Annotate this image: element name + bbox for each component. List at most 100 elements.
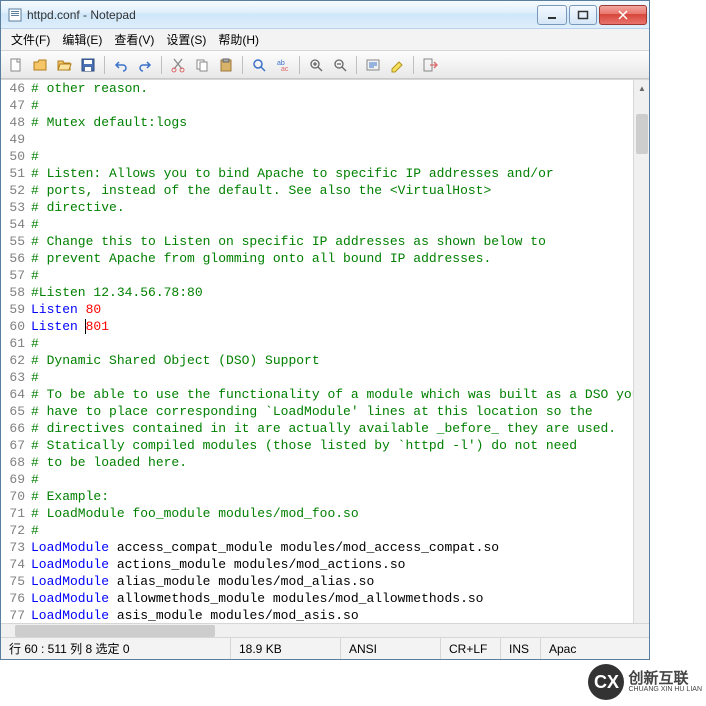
- replace-icon[interactable]: abac: [272, 54, 294, 76]
- code-line[interactable]: 59Listen 80: [1, 301, 649, 318]
- code-line[interactable]: 65# have to place corresponding `LoadMod…: [1, 403, 649, 420]
- code-line[interactable]: 56# prevent Apache from glomming onto al…: [1, 250, 649, 267]
- code-line[interactable]: 62# Dynamic Shared Object (DSO) Support: [1, 352, 649, 369]
- line-content[interactable]: [31, 131, 649, 148]
- menu-settings[interactable]: 设置(S): [160, 29, 212, 50]
- minimize-button[interactable]: [537, 5, 567, 25]
- code-line[interactable]: 61#: [1, 335, 649, 352]
- paste-icon[interactable]: [215, 54, 237, 76]
- code-line[interactable]: 76LoadModule allowmethods_module modules…: [1, 590, 649, 607]
- code-line[interactable]: 53# directive.: [1, 199, 649, 216]
- redo-icon[interactable]: [134, 54, 156, 76]
- code-line[interactable]: 74LoadModule actions_module modules/mod_…: [1, 556, 649, 573]
- code-line[interactable]: 72#: [1, 522, 649, 539]
- code-line[interactable]: 54#: [1, 216, 649, 233]
- save-icon[interactable]: [77, 54, 99, 76]
- separator: [413, 56, 414, 74]
- line-content[interactable]: LoadModule asis_module modules/mod_asis.…: [31, 607, 649, 623]
- line-content[interactable]: #: [31, 335, 649, 352]
- line-content[interactable]: #: [31, 148, 649, 165]
- code-line[interactable]: 70# Example:: [1, 488, 649, 505]
- wordwrap-icon[interactable]: [362, 54, 384, 76]
- code-line[interactable]: 49: [1, 131, 649, 148]
- line-content[interactable]: # other reason.: [31, 80, 649, 97]
- line-content[interactable]: # directives contained in it are actuall…: [31, 420, 649, 437]
- new-file-icon[interactable]: [5, 54, 27, 76]
- code-line[interactable]: 68# to be loaded here.: [1, 454, 649, 471]
- scroll-thumb[interactable]: [15, 625, 215, 637]
- scroll-up-icon[interactable]: ▲: [634, 80, 649, 96]
- code-line[interactable]: 71# LoadModule foo_module modules/mod_fo…: [1, 505, 649, 522]
- line-content[interactable]: # to be loaded here.: [31, 454, 649, 471]
- code-line[interactable]: 69#: [1, 471, 649, 488]
- copy-icon[interactable]: [191, 54, 213, 76]
- line-content[interactable]: #Listen 12.34.56.78:80: [31, 284, 649, 301]
- cut-icon[interactable]: [167, 54, 189, 76]
- code-line[interactable]: 73LoadModule access_compat_module module…: [1, 539, 649, 556]
- line-number: 74: [1, 556, 31, 573]
- line-content[interactable]: # LoadModule foo_module modules/mod_foo.…: [31, 505, 649, 522]
- code-line[interactable]: 63#: [1, 369, 649, 386]
- maximize-button[interactable]: [569, 5, 597, 25]
- line-content[interactable]: LoadModule actions_module modules/mod_ac…: [31, 556, 649, 573]
- code-line[interactable]: 75LoadModule alias_module modules/mod_al…: [1, 573, 649, 590]
- close-button[interactable]: [599, 5, 647, 25]
- menu-edit[interactable]: 编辑(E): [56, 29, 108, 50]
- code-line[interactable]: 60Listen 801: [1, 318, 649, 335]
- line-content[interactable]: #: [31, 369, 649, 386]
- menu-file[interactable]: 文件(F): [5, 29, 56, 50]
- zoom-out-icon[interactable]: [329, 54, 351, 76]
- vertical-scrollbar[interactable]: ▲: [633, 80, 649, 623]
- zoom-in-icon[interactable]: [305, 54, 327, 76]
- line-content[interactable]: # Example:: [31, 488, 649, 505]
- code-line[interactable]: 66# directives contained in it are actua…: [1, 420, 649, 437]
- line-content[interactable]: LoadModule access_compat_module modules/…: [31, 539, 649, 556]
- code-line[interactable]: 58#Listen 12.34.56.78:80: [1, 284, 649, 301]
- line-content[interactable]: # Listen: Allows you to bind Apache to s…: [31, 165, 649, 182]
- line-content[interactable]: # directive.: [31, 199, 649, 216]
- line-content[interactable]: # Dynamic Shared Object (DSO) Support: [31, 352, 649, 369]
- line-content[interactable]: #: [31, 216, 649, 233]
- horizontal-scrollbar[interactable]: [1, 623, 649, 637]
- line-content[interactable]: #: [31, 267, 649, 284]
- menu-view[interactable]: 查看(V): [108, 29, 160, 50]
- code-editor[interactable]: 46# other reason.47#48# Mutex default:lo…: [1, 80, 649, 623]
- code-line[interactable]: 52# ports, instead of the default. See a…: [1, 182, 649, 199]
- line-content[interactable]: # have to place corresponding `LoadModul…: [31, 403, 649, 420]
- line-content[interactable]: # To be able to use the functionality of…: [31, 386, 649, 403]
- code-line[interactable]: 51# Listen: Allows you to bind Apache to…: [1, 165, 649, 182]
- code-line[interactable]: 57#: [1, 267, 649, 284]
- code-line[interactable]: 67# Statically compiled modules (those l…: [1, 437, 649, 454]
- code-line[interactable]: 47#: [1, 97, 649, 114]
- line-content[interactable]: LoadModule alias_module modules/mod_alia…: [31, 573, 649, 590]
- find-icon[interactable]: [248, 54, 270, 76]
- line-content[interactable]: Listen 80: [31, 301, 649, 318]
- line-content[interactable]: Listen 801: [31, 318, 649, 335]
- line-content[interactable]: # Mutex default:logs: [31, 114, 649, 131]
- line-content[interactable]: # prevent Apache from glomming onto all …: [31, 250, 649, 267]
- line-content[interactable]: LoadModule allowmethods_module modules/m…: [31, 590, 649, 607]
- line-content[interactable]: # Change this to Listen on specific IP a…: [31, 233, 649, 250]
- line-content[interactable]: #: [31, 522, 649, 539]
- code-line[interactable]: 46# other reason.: [1, 80, 649, 97]
- line-number: 50: [1, 148, 31, 165]
- scroll-thumb[interactable]: [636, 114, 648, 154]
- line-content[interactable]: #: [31, 97, 649, 114]
- titlebar[interactable]: httpd.conf - Notepad: [1, 1, 649, 29]
- code-line[interactable]: 50#: [1, 148, 649, 165]
- separator: [161, 56, 162, 74]
- code-line[interactable]: 48# Mutex default:logs: [1, 114, 649, 131]
- undo-icon[interactable]: [110, 54, 132, 76]
- open-file-icon[interactable]: [29, 54, 51, 76]
- menu-help[interactable]: 帮助(H): [212, 29, 265, 50]
- line-content[interactable]: #: [31, 471, 649, 488]
- exit-icon[interactable]: [419, 54, 441, 76]
- line-content[interactable]: # ports, instead of the default. See als…: [31, 182, 649, 199]
- line-content[interactable]: # Statically compiled modules (those lis…: [31, 437, 649, 454]
- highlight-icon[interactable]: [386, 54, 408, 76]
- code-line[interactable]: 55# Change this to Listen on specific IP…: [1, 233, 649, 250]
- open-folder-icon[interactable]: [53, 54, 75, 76]
- code-line[interactable]: 77LoadModule asis_module modules/mod_asi…: [1, 607, 649, 623]
- menubar: 文件(F) 编辑(E) 查看(V) 设置(S) 帮助(H): [1, 29, 649, 51]
- code-line[interactable]: 64# To be able to use the functionality …: [1, 386, 649, 403]
